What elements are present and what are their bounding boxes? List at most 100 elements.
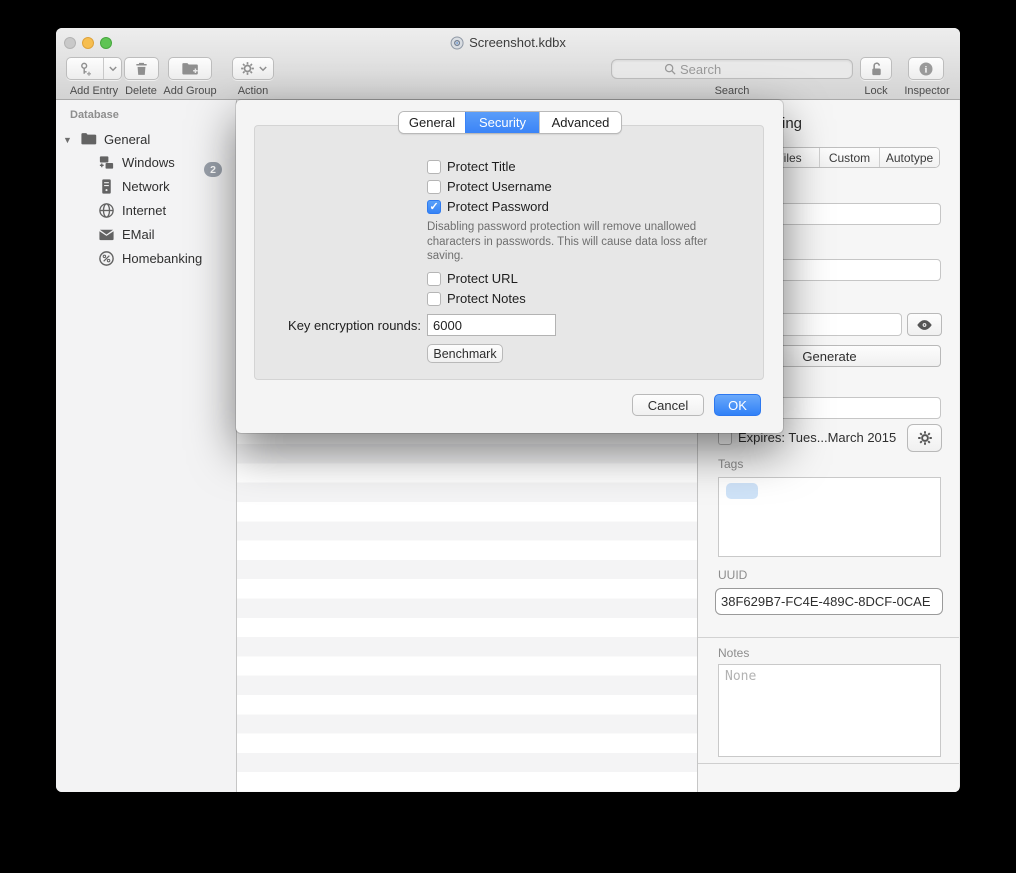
sidebar-item-email[interactable]: EMail	[56, 225, 236, 244]
sidebar-item-label: Internet	[122, 203, 166, 218]
folder-plus-icon	[181, 61, 199, 76]
protect-notes-row: Protect Notes	[427, 291, 526, 306]
add-entry-label: Add Entry	[70, 85, 118, 97]
traffic-light-zoom[interactable]	[100, 37, 112, 49]
action-button[interactable]	[232, 57, 274, 80]
protect-url-checkbox[interactable]	[427, 272, 441, 286]
sidebar: Database ▼ General 2 Windows Networ	[56, 100, 237, 792]
inspector-footer	[698, 763, 959, 792]
lock-label: Lock	[864, 85, 887, 97]
tab-autotype[interactable]: Autotype	[879, 148, 939, 167]
traffic-light-close[interactable]	[64, 37, 76, 49]
protect-username-label: Protect Username	[447, 179, 552, 194]
gear-icon	[917, 430, 933, 446]
sidebar-section-database: Database	[70, 109, 119, 121]
sidebar-item-general[interactable]: ▼ General 2	[56, 130, 236, 149]
search-input[interactable]	[680, 62, 800, 77]
protect-password-label: Protect Password	[447, 199, 549, 214]
cancel-label: Cancel	[648, 398, 688, 413]
sidebar-item-label: Windows	[122, 155, 175, 170]
chevron-down-icon	[259, 66, 267, 72]
inspector-entry-title: ing	[782, 115, 802, 132]
key-plus-icon	[67, 58, 104, 79]
sidebar-item-label: General	[104, 132, 150, 147]
uuid-label: UUID	[718, 568, 747, 582]
inspector-button[interactable]: i	[908, 57, 944, 80]
eye-icon	[916, 319, 933, 331]
tab-security[interactable]: Security	[465, 112, 539, 133]
sidebar-item-internet[interactable]: Internet	[56, 201, 236, 220]
uuid-field[interactable]	[715, 588, 943, 615]
envelope-icon	[98, 226, 115, 243]
protect-username-checkbox[interactable]	[427, 180, 441, 194]
inspector-label: Inspector	[904, 85, 949, 97]
tags-label: Tags	[718, 457, 743, 471]
folder-icon	[80, 131, 97, 148]
window-title-text: Screenshot.kdbx	[469, 35, 566, 50]
delete-label: Delete	[125, 85, 157, 97]
sidebar-item-network[interactable]: Network	[56, 177, 236, 196]
key-rounds-input[interactable]	[427, 314, 556, 336]
tab-advanced[interactable]: Advanced	[539, 112, 621, 133]
search-label: Search	[715, 85, 750, 97]
password-protection-help-text: Disabling password protection will remov…	[427, 220, 745, 264]
protect-password-row: Protect Password	[427, 199, 549, 214]
action-label: Action	[238, 85, 269, 97]
svg-text:i: i	[925, 65, 928, 75]
gear-icon	[240, 61, 255, 76]
tab-general[interactable]: General	[399, 112, 465, 133]
trash-icon	[134, 61, 149, 77]
protect-url-label: Protect URL	[447, 271, 518, 286]
server-icon	[98, 178, 115, 195]
traffic-light-minimize[interactable]	[82, 37, 94, 49]
windows-network-icon	[98, 154, 115, 171]
sidebar-item-windows[interactable]: Windows	[56, 153, 236, 172]
info-icon: i	[918, 61, 934, 77]
percent-icon	[98, 250, 115, 267]
ok-button[interactable]: OK	[714, 394, 761, 416]
notes-textarea[interactable]	[718, 664, 941, 757]
protect-title-row: Protect Title	[427, 159, 516, 174]
add-group-button[interactable]	[168, 57, 212, 80]
delete-button[interactable]	[124, 57, 159, 80]
tab-custom[interactable]: Custom	[819, 148, 879, 167]
tag-token[interactable]	[726, 483, 758, 499]
titlebar-toolbar: Screenshot.kdbx Add Entry Delete Add Gro…	[56, 28, 960, 100]
window-title: Screenshot.kdbx	[450, 35, 566, 50]
reveal-password-button[interactable]	[907, 313, 942, 336]
lock-button[interactable]	[860, 57, 892, 80]
expires-settings-button[interactable]	[907, 424, 942, 452]
globe-icon	[98, 202, 115, 219]
protect-notes-checkbox[interactable]	[427, 292, 441, 306]
sidebar-item-label: Network	[122, 179, 170, 194]
disclosure-triangle-icon[interactable]: ▼	[63, 135, 72, 145]
benchmark-label: Benchmark	[433, 347, 496, 361]
unlock-icon	[869, 61, 884, 77]
add-group-label: Add Group	[163, 85, 216, 97]
protect-username-row: Protect Username	[427, 179, 552, 194]
protect-title-checkbox[interactable]	[427, 160, 441, 174]
key-rounds-label: Key encryption rounds:	[288, 318, 421, 333]
inspector-tab-bar: Files Custom Autotype	[758, 147, 940, 168]
divider	[698, 637, 959, 638]
app-window: Screenshot.kdbx Add Entry Delete Add Gro…	[56, 28, 960, 792]
generate-label: Generate	[802, 349, 856, 364]
protect-title-label: Protect Title	[447, 159, 516, 174]
settings-tab-bar: General Security Advanced	[398, 111, 622, 134]
protect-url-row: Protect URL	[427, 271, 518, 286]
database-settings-dialog: General Security Advanced Protect Title …	[236, 100, 783, 433]
protect-notes-label: Protect Notes	[447, 291, 526, 306]
document-icon	[450, 36, 464, 50]
tags-box[interactable]	[718, 477, 941, 557]
add-entry-button[interactable]	[66, 57, 122, 80]
protect-password-checkbox[interactable]	[427, 200, 441, 214]
benchmark-button[interactable]: Benchmark	[427, 344, 503, 363]
add-entry-dropdown[interactable]	[104, 58, 121, 79]
sidebar-item-homebanking[interactable]: Homebanking	[56, 249, 236, 268]
search-field[interactable]	[611, 59, 853, 79]
cancel-button[interactable]: Cancel	[632, 394, 704, 416]
ok-label: OK	[728, 398, 747, 413]
sidebar-item-label: EMail	[122, 227, 155, 242]
search-icon	[664, 63, 676, 75]
sidebar-item-label: Homebanking	[122, 251, 202, 266]
